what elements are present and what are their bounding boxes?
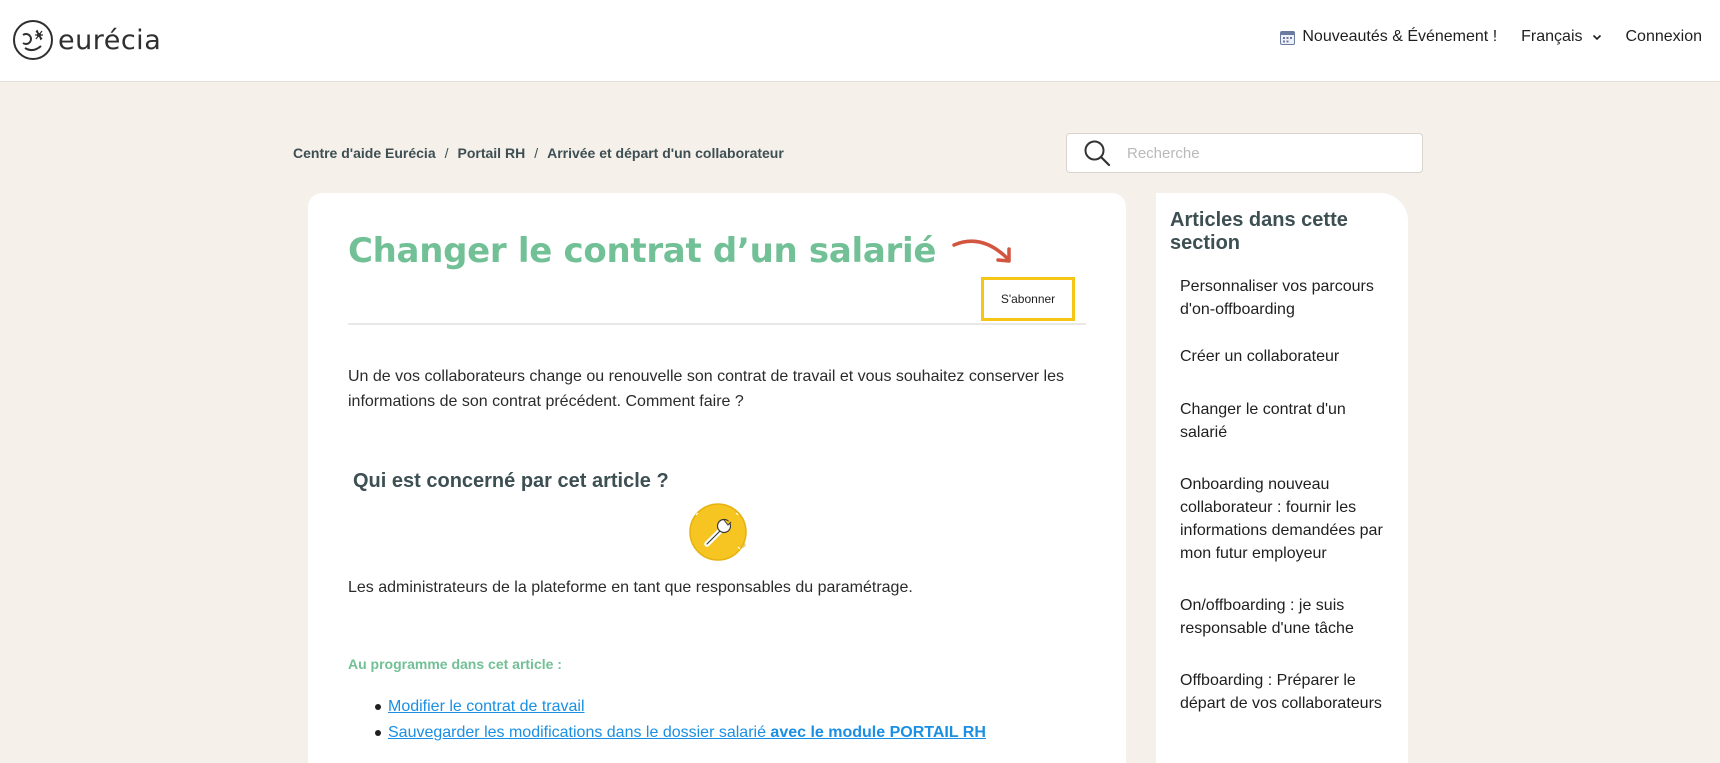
sidebar-item-on-offboarding-tache[interactable]: On/offboarding : je suis responsable d'u… — [1180, 594, 1390, 669]
language-label: Français — [1521, 28, 1583, 45]
section-heading: Qui est concerné par cet article ? — [353, 470, 669, 492]
breadcrumb-item-portail-rh[interactable]: Portail RH — [458, 145, 526, 161]
toc-link-save-changes[interactable]: Sauvegarder les modifications dans le do… — [388, 720, 986, 746]
breadcrumb: Centre d'aide Eurécia / Portail RH / Arr… — [293, 145, 784, 161]
login-link[interactable]: Connexion — [1626, 28, 1703, 46]
eurecia-logo[interactable]: eurécia — [12, 18, 161, 62]
chevron-down-icon — [1592, 34, 1601, 41]
section-articles-sidebar: Articles dans cette section Personnalise… — [1156, 193, 1408, 763]
calendar-icon — [1280, 30, 1296, 45]
article-title: Changer le contrat d’un salarié — [348, 231, 937, 271]
article-intro: Un de vos collaborateurs change ou renou… — [348, 368, 1064, 410]
search-icon[interactable] — [1083, 139, 1111, 167]
bullet — [375, 704, 381, 710]
toc-link-modify-contract[interactable]: Modifier le contrat de travail — [388, 694, 585, 720]
logo-text: eurécia — [58, 24, 162, 56]
toc-item: Sauvegarder les modifications dans le do… — [348, 720, 986, 746]
breadcrumb-separator: / — [444, 145, 449, 161]
wrench-icon — [689, 503, 747, 561]
sidebar-item-creer-collaborateur[interactable]: Créer un collaborateur — [1180, 345, 1390, 398]
curved-arrow-icon — [952, 239, 1011, 263]
toc-link-save-changes-bold: avec le module PORTAIL RH — [770, 724, 986, 741]
sidebar-item-offboarding[interactable]: Offboarding : Préparer le départ de vos … — [1180, 669, 1390, 715]
sidebar-title: Articles dans cette section — [1170, 209, 1348, 254]
search-box — [1066, 133, 1423, 173]
subscribe-button[interactable]: S'abonner — [981, 277, 1075, 321]
toc-item: Modifier le contrat de travail — [348, 694, 986, 720]
sidebar-article-list: Personnaliser vos parcours d'on-offboard… — [1180, 275, 1390, 715]
programme-label: Au programme dans cet article : — [348, 656, 562, 672]
news-events-link[interactable]: Nouveautés & Événement ! — [1280, 28, 1497, 46]
article-card: Changer le contrat d’un salarié S'abonne… — [308, 193, 1126, 763]
breadcrumb-separator: / — [534, 145, 539, 161]
top-nav: Nouveautés & Événement ! Français Connex… — [1280, 28, 1702, 46]
breadcrumb-item-help-center[interactable]: Centre d'aide Eurécia — [293, 145, 436, 161]
login-label: Connexion — [1625, 28, 1703, 45]
toc-link-save-changes-text: Sauvegarder les modifications dans le do… — [388, 724, 771, 741]
site-header: eurécia Nouveautés & Événement ! Françai… — [0, 0, 1720, 82]
article-toc: Modifier le contrat de travail Sauvegard… — [348, 694, 986, 746]
news-events-label: Nouveautés & Événement ! — [1302, 28, 1498, 45]
eurecia-logo-icon — [13, 20, 53, 60]
search-input[interactable] — [1127, 144, 1407, 162]
language-selector[interactable]: Français — [1521, 28, 1601, 46]
bullet — [375, 730, 381, 736]
audience-text: Les administrateurs de la plateforme en … — [348, 579, 913, 596]
sidebar-item-changer-contrat[interactable]: Changer le contrat d'un salarié — [1180, 398, 1390, 473]
sidebar-item-personnaliser[interactable]: Personnaliser vos parcours d'on-offboard… — [1180, 275, 1390, 345]
breadcrumb-item-section[interactable]: Arrivée et départ d'un collaborateur — [547, 145, 784, 161]
title-divider — [348, 323, 1086, 325]
sidebar-item-onboarding[interactable]: Onboarding nouveau collaborateur : fourn… — [1180, 473, 1390, 594]
